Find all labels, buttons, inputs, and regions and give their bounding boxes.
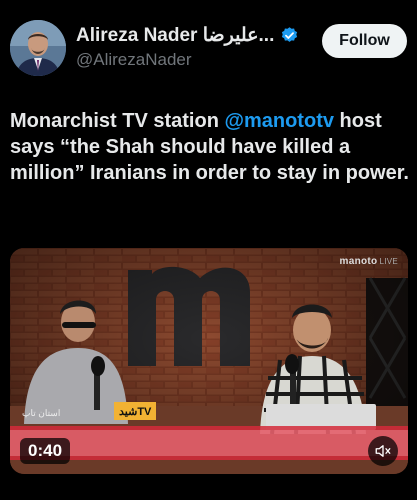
- follow-button[interactable]: Follow: [322, 24, 407, 58]
- tweet-header: Alireza Nader علیرضا... @AlirezaNader Fo…: [10, 18, 407, 78]
- video-player[interactable]: manoto LIVE شیدTV استان تاپ 0:40: [10, 248, 408, 474]
- channel-live-label: LIVE: [379, 257, 398, 266]
- mute-button[interactable]: [368, 436, 398, 466]
- tweet-text: Monarchist TV station @manototv host say…: [10, 108, 410, 186]
- video-duration: 0:40: [20, 438, 71, 464]
- channel-logo: manoto LIVE: [340, 256, 398, 267]
- avatar[interactable]: [10, 20, 66, 76]
- tweet-text-start: Monarchist TV station: [10, 110, 225, 132]
- video-frame: [10, 248, 408, 474]
- mention-link[interactable]: @manototv: [224, 110, 334, 132]
- user-handle[interactable]: @AlirezaNader: [76, 50, 299, 70]
- channel-logo-text: manoto: [339, 256, 378, 267]
- speaker-muted-icon: [375, 445, 391, 457]
- verified-badge-icon: [282, 27, 298, 42]
- profile-photo: [10, 20, 66, 76]
- show-tag: استان تاپ: [22, 408, 61, 418]
- display-name[interactable]: Alireza Nader علیرضا...: [76, 24, 274, 47]
- channel-tag: شیدTV: [114, 402, 157, 420]
